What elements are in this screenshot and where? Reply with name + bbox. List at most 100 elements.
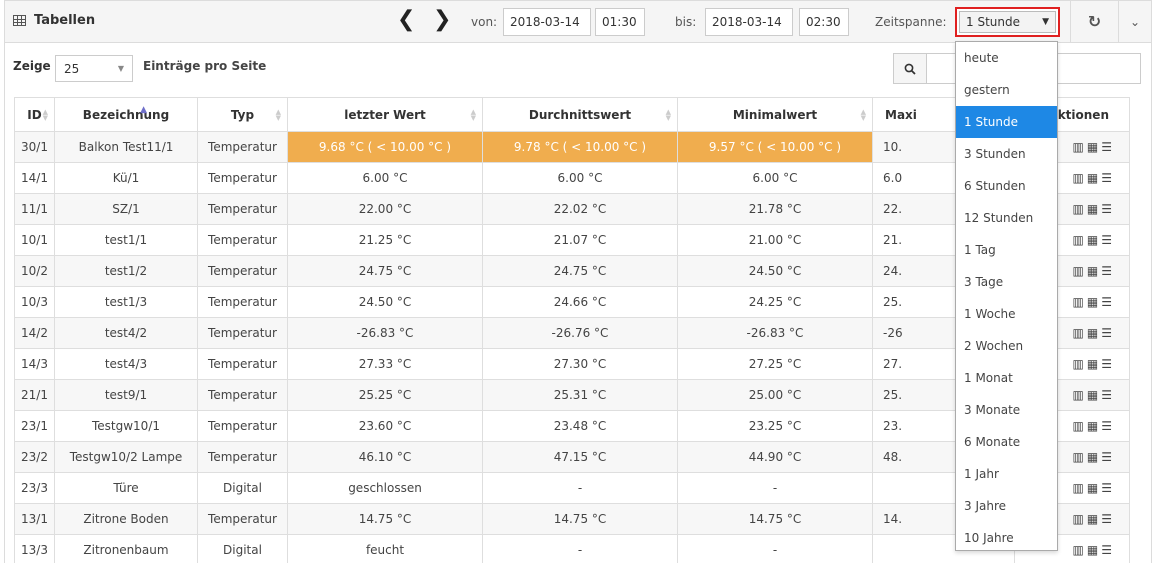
list-icon[interactable]: ☰ <box>1101 543 1115 557</box>
table-icon[interactable]: ▦ <box>1087 543 1101 557</box>
chart-icon[interactable]: ▥ <box>1073 357 1087 371</box>
chart-icon[interactable]: ▥ <box>1073 202 1087 216</box>
cell-id: 14/3 <box>14 348 55 380</box>
list-icon[interactable]: ☰ <box>1101 388 1115 402</box>
table-icon[interactable]: ▦ <box>1087 295 1101 309</box>
column-header-durchnittswert[interactable]: Durchnittswert ▲ ▼ <box>482 97 678 132</box>
refresh-button[interactable]: ↻ <box>1070 1 1118 42</box>
list-icon[interactable]: ☰ <box>1101 481 1115 495</box>
von-time-input[interactable]: 01:30 <box>595 8 645 36</box>
column-header-minimalwert[interactable]: Minimalwert ▲ ▼ <box>677 97 873 132</box>
cell-id: 10/3 <box>14 286 55 318</box>
collapse-button[interactable]: ⌄ <box>1118 1 1151 42</box>
chart-icon[interactable]: ▥ <box>1073 140 1087 154</box>
cell-bezeichnung: Türe <box>54 472 198 504</box>
von-date-input[interactable]: 2018-03-14 <box>503 8 591 36</box>
cell-bezeichnung: test4/2 <box>54 317 198 349</box>
table-icon[interactable]: ▦ <box>1087 388 1101 402</box>
panel-title-text: Tabellen <box>34 13 96 28</box>
cell-id: 11/1 <box>14 193 55 225</box>
list-icon[interactable]: ☰ <box>1101 202 1115 216</box>
zeitspanne-select-highlight[interactable]: 1 Stunde ▼ <box>955 7 1060 37</box>
list-icon[interactable]: ☰ <box>1101 326 1115 340</box>
chart-icon[interactable]: ▥ <box>1073 543 1087 557</box>
chart-icon[interactable]: ▥ <box>1073 264 1087 278</box>
dropdown-option[interactable]: 3 Tage <box>956 266 1057 298</box>
cell-minimalwert: 23.25 °C <box>677 410 873 442</box>
list-icon[interactable]: ☰ <box>1101 512 1115 526</box>
dropdown-option[interactable]: 3 Stunden <box>956 138 1057 170</box>
chart-icon[interactable]: ▥ <box>1073 171 1087 185</box>
cell-typ: Temperatur <box>197 317 288 349</box>
cell-id: 13/1 <box>14 503 55 535</box>
dropdown-option[interactable]: 3 Jahre <box>956 490 1057 522</box>
column-header-bezeichnung[interactable]: Bezeichnung ▲ <box>54 97 198 132</box>
chart-icon[interactable]: ▥ <box>1073 295 1087 309</box>
chart-icon[interactable]: ▥ <box>1073 512 1087 526</box>
chart-icon[interactable]: ▥ <box>1073 450 1087 464</box>
chart-icon[interactable]: ▥ <box>1073 326 1087 340</box>
list-icon[interactable]: ☰ <box>1101 233 1115 247</box>
table-icon[interactable]: ▦ <box>1087 140 1101 154</box>
table-icon[interactable]: ▦ <box>1087 202 1101 216</box>
table-icon[interactable]: ▦ <box>1087 419 1101 433</box>
dropdown-option[interactable]: heute <box>956 42 1057 74</box>
dropdown-option[interactable]: gestern <box>956 74 1057 106</box>
table-icon[interactable]: ▦ <box>1087 264 1101 278</box>
entries-per-page-select[interactable]: 25 ▼ <box>55 55 133 82</box>
cell-minimalwert: 6.00 °C <box>677 162 873 194</box>
column-header-typ[interactable]: Typ ▲ ▼ <box>197 97 288 132</box>
table-icon[interactable]: ▦ <box>1087 357 1101 371</box>
table-icon[interactable]: ▦ <box>1087 171 1101 185</box>
next-arrow-icon[interactable]: ❯ <box>433 9 451 31</box>
cell-minimalwert: -26.83 °C <box>677 317 873 349</box>
list-icon[interactable]: ☰ <box>1101 171 1115 185</box>
dropdown-option[interactable]: 12 Stunden <box>956 202 1057 234</box>
previous-arrow-icon[interactable]: ❮ <box>397 9 415 31</box>
dropdown-option[interactable]: 1 Monat <box>956 362 1057 394</box>
cell-durchnittswert: - <box>482 534 678 563</box>
dropdown-option[interactable]: 1 Stunde <box>956 106 1057 138</box>
table-icon[interactable]: ▦ <box>1087 450 1101 464</box>
dropdown-option[interactable]: 6 Stunden <box>956 170 1057 202</box>
cell-id: 30/1 <box>14 131 55 163</box>
table-icon[interactable]: ▦ <box>1087 233 1101 247</box>
von-label: von: <box>471 15 498 29</box>
cell-typ: Temperatur <box>197 224 288 256</box>
table-icon[interactable]: ▦ <box>1087 512 1101 526</box>
search-button[interactable] <box>893 53 927 84</box>
list-icon[interactable]: ☰ <box>1101 450 1115 464</box>
bis-date-input[interactable]: 2018-03-14 <box>705 8 793 36</box>
list-icon[interactable]: ☰ <box>1101 419 1115 433</box>
dropdown-option[interactable]: 3 Monate <box>956 394 1057 426</box>
chart-icon[interactable]: ▥ <box>1073 481 1087 495</box>
cell-durchnittswert: 27.30 °C <box>482 348 678 380</box>
dropdown-option[interactable]: 2 Wochen <box>956 330 1057 362</box>
list-icon[interactable]: ☰ <box>1101 140 1115 154</box>
chart-icon[interactable]: ▥ <box>1073 388 1087 402</box>
list-icon[interactable]: ☰ <box>1101 264 1115 278</box>
table-icon[interactable]: ▦ <box>1087 481 1101 495</box>
column-header-letzter-wert[interactable]: letzter Wert ▲ ▼ <box>287 97 483 132</box>
cell-durchnittswert: 24.75 °C <box>482 255 678 287</box>
dropdown-option[interactable]: 10 Jahre <box>956 522 1057 554</box>
cell-minimalwert: - <box>677 472 873 504</box>
cell-minimalwert: 21.78 °C <box>677 193 873 225</box>
dropdown-option[interactable]: 1 Jahr <box>956 458 1057 490</box>
chart-icon[interactable]: ▥ <box>1073 233 1087 247</box>
table-icon[interactable]: ▦ <box>1087 326 1101 340</box>
column-header-id[interactable]: ID ▲ ▼ <box>14 97 55 132</box>
dropdown-option[interactable]: 1 Tag <box>956 234 1057 266</box>
cell-bezeichnung: Zitronenbaum <box>54 534 198 563</box>
zeitspanne-select[interactable]: 1 Stunde ▼ <box>959 11 1056 33</box>
sort-icon: ▲ ▼ <box>860 108 866 122</box>
list-icon[interactable]: ☰ <box>1101 295 1115 309</box>
dropdown-option[interactable]: 6 Monate <box>956 426 1057 458</box>
cell-bezeichnung: Balkon Test11/1 <box>54 131 198 163</box>
dropdown-option[interactable]: 1 Woche <box>956 298 1057 330</box>
bis-time-input[interactable]: 02:30 <box>799 8 849 36</box>
list-icon[interactable]: ☰ <box>1101 357 1115 371</box>
cell-bezeichnung: SZ/1 <box>54 193 198 225</box>
chart-icon[interactable]: ▥ <box>1073 419 1087 433</box>
cell-bezeichnung: Testgw10/1 <box>54 410 198 442</box>
